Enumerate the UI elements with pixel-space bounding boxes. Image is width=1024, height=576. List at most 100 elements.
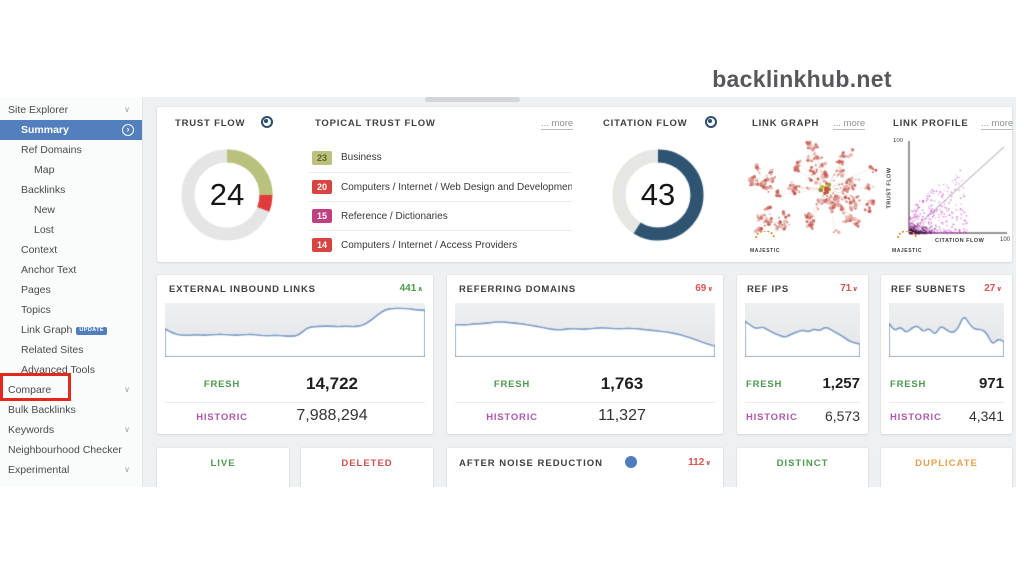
- sidebar-item-link-graph[interactable]: Link GraphUPDATE: [0, 320, 142, 340]
- horizontal-scrollbar-thumb[interactable]: [425, 97, 520, 102]
- topical-trust-flow-row[interactable]: 15Reference / Dictionaries: [309, 201, 572, 230]
- link-profile-y-label: TRUST FLOW: [887, 167, 893, 208]
- divider: [455, 402, 715, 403]
- external-inbound-links-sparkline: [165, 303, 425, 357]
- sidebar-item-label: Anchor Text: [21, 264, 76, 276]
- historic-row: HISTORIC 7,988,294: [157, 406, 433, 430]
- sidebar-item-experimental[interactable]: Experimental ∨: [0, 460, 142, 480]
- trend-badge[interactable]: 27∨: [984, 283, 1002, 294]
- sidebar-item-related-sites[interactable]: Related Sites: [0, 340, 142, 360]
- trust-flow-compare-icon[interactable]: [261, 116, 273, 128]
- topical-trust-flow-row[interactable]: 20Computers / Internet / Web Design and …: [309, 172, 572, 201]
- topic-label: Computers / Internet / Access Providers: [341, 240, 517, 251]
- trend-badge[interactable]: 441∧: [400, 283, 423, 294]
- historic-value: 6,573: [825, 408, 860, 424]
- trend-down-icon: ∨: [707, 286, 713, 293]
- trend-badge[interactable]: 112∨: [688, 457, 711, 468]
- fresh-value: 1,763: [552, 374, 692, 394]
- sidebar-item-backlinks[interactable]: Backlinks: [0, 180, 142, 200]
- distinct-card: DISTINCT: [737, 448, 868, 487]
- sidebar-item-site-explorer[interactable]: Site Explorer∨: [0, 100, 142, 120]
- sidebar-item-lost[interactable]: Lost: [0, 220, 142, 240]
- fresh-label: FRESH: [177, 379, 267, 390]
- sidebar-item-map[interactable]: Map: [0, 160, 142, 180]
- link-profile-more-link[interactable]: ... more: [981, 118, 1013, 130]
- card-title: REFERRING DOMAINS: [459, 284, 576, 295]
- page: backlinkhub.net Site Explorer∨ Summary › Re…: [0, 0, 1024, 576]
- fresh-label: FRESH: [746, 379, 782, 390]
- card-title: EXTERNAL INBOUND LINKS: [169, 284, 316, 295]
- trend-down-icon: ∨: [996, 286, 1002, 293]
- duplicate-card: DUPLICATE: [881, 448, 1012, 487]
- historic-value: 7,988,294: [262, 407, 402, 425]
- majestic-arc-icon: [896, 231, 918, 239]
- trend-up-icon: ∧: [417, 286, 423, 293]
- topical-trust-flow-title: TOPICAL TRUST FLOW: [315, 118, 436, 129]
- topical-trust-flow-row[interactable]: 23Business: [309, 143, 572, 172]
- sidebar-item-anchor-text[interactable]: Anchor Text: [0, 260, 142, 280]
- live-label: LIVE: [157, 458, 289, 469]
- chevron-circle-icon[interactable]: ›: [122, 124, 134, 136]
- majestic-logo-text: MAJESTIC: [892, 248, 922, 254]
- trend-badge[interactable]: 69∨: [695, 283, 713, 294]
- sidebar-item-summary[interactable]: Summary ›: [0, 120, 142, 140]
- distinct-label: DISTINCT: [737, 458, 868, 469]
- duplicate-label: DUPLICATE: [881, 458, 1012, 469]
- link-graph-more-link[interactable]: ... more: [833, 118, 865, 130]
- link-profile-x-label: CITATION FLOW: [935, 238, 984, 244]
- sidebar-item-advanced-tools[interactable]: Advanced Tools: [0, 360, 142, 380]
- external-inbound-links-card: EXTERNAL INBOUND LINKS 441∧ FRESH 14,722…: [157, 275, 433, 434]
- ref-ips-sparkline: [745, 303, 860, 357]
- sidebar-item-label: Related Sites: [21, 344, 83, 356]
- sidebar-item-label: Lost: [34, 224, 54, 236]
- citation-flow-compare-icon[interactable]: [705, 116, 717, 128]
- dashboard: Site Explorer∨ Summary › Ref DomainsMapBack…: [0, 97, 1016, 487]
- referring-domains-card: REFERRING DOMAINS 69∨ FRESH 1,763 HISTOR…: [447, 275, 723, 434]
- ref-subnets-sparkline: [889, 303, 1004, 357]
- chevron-down-icon: ∨: [124, 460, 130, 480]
- topic-score-badge: 15: [312, 209, 332, 223]
- citation-flow-donut: 43: [608, 145, 708, 245]
- sidebar-item-keywords[interactable]: Keywords∨: [0, 420, 142, 440]
- ref-ips-card: REF IPS 71∨ FRESH 1,257 HISTORIC 6,573: [737, 275, 868, 434]
- sidebar-item-compare[interactable]: Compare∨: [0, 380, 142, 400]
- sidebar-item-new[interactable]: New: [0, 200, 142, 220]
- topical-more-link[interactable]: ... more: [541, 118, 573, 130]
- card-title: REF IPS: [747, 284, 789, 295]
- sidebar-item-pages[interactable]: Pages: [0, 280, 142, 300]
- sidebar-item-label: Neighbourhood Checker: [8, 444, 122, 456]
- trend-badge[interactable]: 71∨: [840, 283, 858, 294]
- topic-score-badge: 23: [312, 151, 332, 165]
- ref-subnets-card: REF SUBNETS 27∨ FRESH 971 HISTORIC 4,341: [881, 275, 1012, 434]
- topical-trust-flow-list: 23Business20Computers / Internet / Web D…: [309, 143, 572, 259]
- historic-label: HISTORIC: [890, 412, 942, 423]
- sidebar-item-context[interactable]: Context: [0, 240, 142, 260]
- sidebar-item-neighbourhood-checker[interactable]: Neighbourhood Checker: [0, 440, 142, 460]
- sidebar-item-label: Summary: [21, 124, 69, 136]
- chevron-down-icon: ∨: [124, 100, 130, 120]
- fresh-row: FRESH 14,722: [157, 373, 433, 397]
- sidebar-item-ref-domains[interactable]: Ref Domains: [0, 140, 142, 160]
- divider: [889, 402, 1004, 403]
- sidebar-item-label: New: [34, 204, 55, 216]
- topical-trust-flow-row[interactable]: 14 Computers / Internet / Access Provider…: [309, 230, 572, 259]
- help-icon[interactable]: [625, 456, 637, 468]
- topic-score-badge: 14: [312, 238, 332, 252]
- divider: [745, 402, 860, 403]
- sidebar-item-bulk-backlinks[interactable]: Bulk Backlinks: [0, 400, 142, 420]
- sidebar-item-topics[interactable]: Topics: [0, 300, 142, 320]
- link-profile-title: LINK PROFILE: [893, 118, 969, 129]
- link-profile-x-max: 100: [1000, 237, 1010, 243]
- trust-flow-value: 24: [177, 145, 277, 245]
- site-watermark: backlinkhub.net: [652, 66, 952, 93]
- historic-row: HISTORIC 11,327: [447, 406, 723, 430]
- citation-flow-value: 43: [608, 145, 708, 245]
- trust-flow-donut: 24: [177, 145, 277, 245]
- topic-score-badge: 20: [312, 180, 332, 194]
- live-card: LIVE: [157, 448, 289, 487]
- fresh-row: FRESH 971: [881, 373, 1012, 397]
- majestic-logo: MAJESTIC: [745, 231, 785, 257]
- sidebar-item-label: Advanced Tools: [21, 364, 95, 376]
- divider: [165, 402, 425, 403]
- sidebar-item-label: Experimental: [8, 464, 69, 476]
